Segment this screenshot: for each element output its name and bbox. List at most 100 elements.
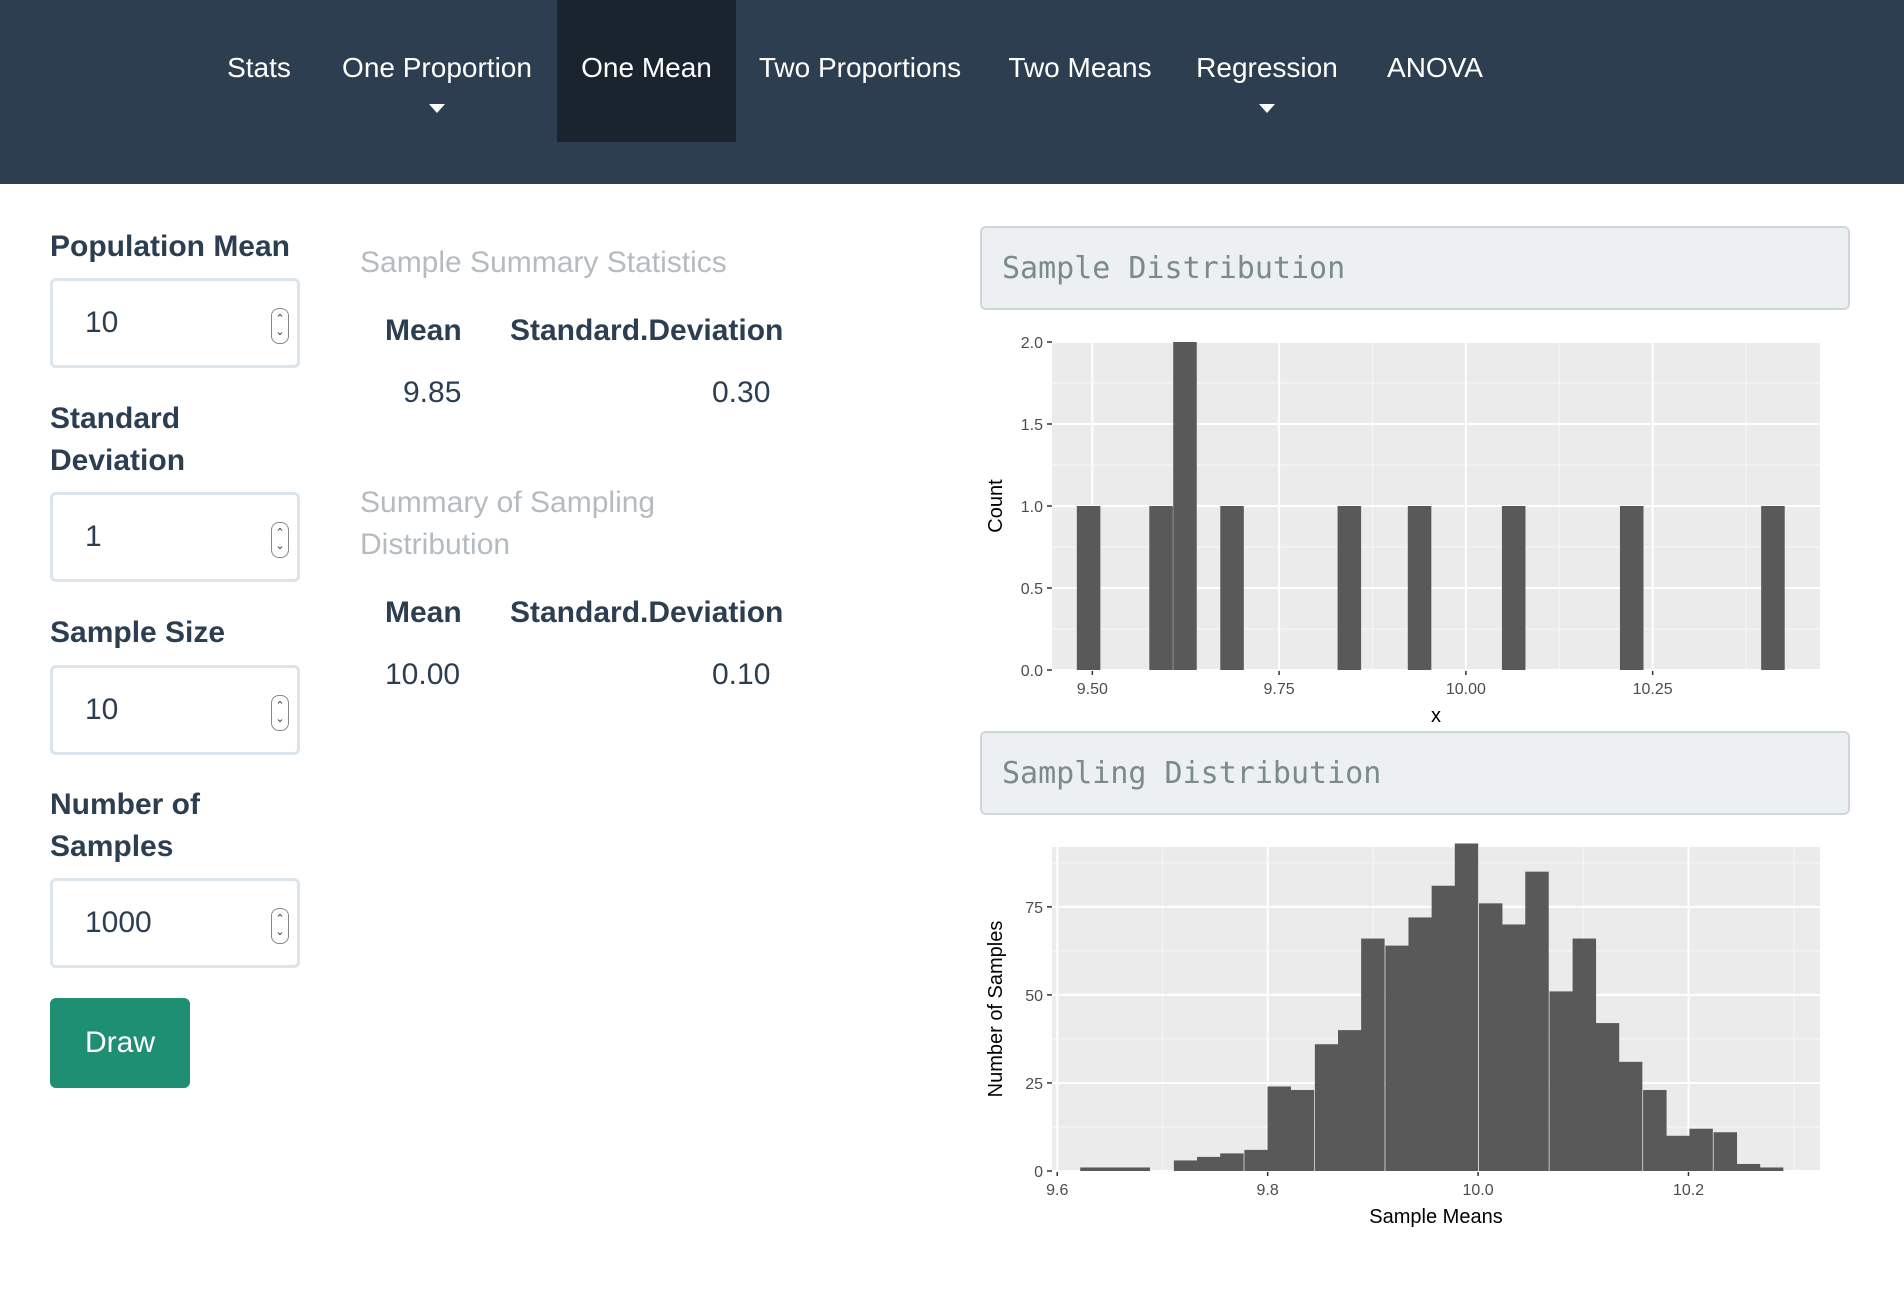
number-of-samples-label: Number of Samples	[50, 784, 200, 868]
spinner-icon[interactable]: ⌃ ⌄	[271, 695, 289, 731]
y-tick-label: 75	[1025, 900, 1043, 917]
sample-size-value: 10	[85, 693, 119, 726]
nav-regression[interactable]: Regression	[1182, 0, 1352, 142]
y-tick-label: 0	[1034, 1164, 1043, 1181]
sampling-summary-header-sd: Standard.Deviation	[510, 596, 784, 629]
number-of-samples-label-line2: Samples	[50, 830, 174, 863]
dropdown-caret-icon	[429, 104, 445, 113]
spinner-icon[interactable]: ⌃ ⌄	[271, 308, 289, 344]
nav-one-proportion-label: One Proportion	[342, 52, 532, 83]
standard-deviation-input[interactable]: 1 ⌃ ⌄	[50, 492, 300, 582]
histogram-bar	[1126, 1167, 1150, 1171]
y-tick-label: 25	[1025, 1076, 1043, 1093]
sampling-distribution-header: Sampling Distribution	[980, 731, 1850, 815]
sampling-distribution-chart: 9.6 9.8 10.0 10.2 0 25 50 75 Sample Means Number …	[985, 843, 1820, 1228]
histogram-bar	[1338, 1030, 1362, 1171]
y-tick-label: 0.0	[1021, 663, 1043, 680]
nav-anova[interactable]: ANOVA	[1375, 0, 1495, 142]
histogram-bar	[1502, 924, 1526, 1171]
standard-deviation-label: Standard Deviation	[50, 398, 185, 482]
histogram-bar	[1549, 991, 1573, 1171]
histogram-bar	[1103, 1167, 1127, 1171]
sample-size-label: Sample Size	[50, 616, 226, 649]
histogram-bar	[1759, 1167, 1784, 1171]
histogram-bar	[1595, 1023, 1620, 1171]
histogram-bar	[1618, 1061, 1643, 1171]
histogram-bar	[1761, 506, 1785, 670]
histogram-bar	[1149, 506, 1173, 670]
dropdown-caret-icon	[1259, 104, 1275, 113]
x-tick-label: 9.50	[1077, 681, 1108, 698]
histogram-bar	[1689, 1128, 1713, 1171]
histogram-bar	[1572, 938, 1597, 1171]
histogram-bar	[1290, 1090, 1315, 1171]
x-tick-label: 9.75	[1264, 681, 1295, 698]
sample-distribution-header: Sample Distribution	[980, 226, 1850, 310]
sample-summary-header-mean: Mean	[385, 314, 462, 347]
top-navbar: Stats One Proportion One Mean Two Propor…	[0, 0, 1904, 184]
histogram-bar	[1408, 917, 1432, 1171]
histogram-bar	[1244, 1149, 1268, 1171]
number-of-samples-value: 1000	[85, 906, 152, 939]
sample-summary-mean-value: 9.85	[403, 376, 462, 409]
y-tick-label: 1.0	[1021, 499, 1043, 516]
histogram-bar	[1736, 1163, 1761, 1171]
y-tick-label: 50	[1025, 988, 1043, 1005]
sample-summary-sd-value: 0.30	[712, 376, 771, 409]
nav-two-means[interactable]: Two Means	[990, 0, 1170, 142]
histogram-bar	[1076, 506, 1101, 670]
histogram-bar	[1501, 506, 1526, 670]
population-mean-value: 10	[85, 306, 119, 339]
y-axis-title: Count	[985, 479, 1007, 533]
nav-one-mean[interactable]: One Mean	[557, 0, 736, 142]
histogram-bar	[1173, 1160, 1198, 1171]
histogram-bar	[1431, 885, 1456, 1171]
standard-deviation-value: 1	[85, 520, 102, 553]
nav-one-mean-label: One Mean	[581, 52, 712, 83]
histogram-bar	[1267, 1086, 1291, 1171]
nav-two-proportions[interactable]: Two Proportions	[740, 0, 980, 142]
x-tick-label: 9.8	[1257, 1182, 1279, 1199]
sampling-summary-header-mean: Mean	[385, 596, 462, 629]
sample-summary-title: Sample Summary Statistics	[360, 246, 727, 279]
histogram-bar	[1337, 506, 1362, 670]
histogram-bar	[1385, 945, 1409, 1171]
draw-button[interactable]: Draw	[50, 998, 190, 1088]
sampling-summary-title-line2: Distribution	[360, 528, 511, 561]
number-of-samples-label-line1: Number of	[50, 788, 200, 821]
sample-size-input[interactable]: 10 ⌃ ⌄	[50, 665, 300, 755]
histogram-bar	[1314, 1044, 1339, 1171]
sampling-summary-sd-value: 0.10	[712, 658, 771, 691]
spinner-icon[interactable]: ⌃ ⌄	[271, 522, 289, 558]
x-tick-label: 10.00	[1446, 681, 1486, 698]
x-axis-title: Sample Means	[1369, 1206, 1502, 1228]
x-tick-label: 10.25	[1633, 681, 1673, 698]
population-mean-input[interactable]: 10 ⌃ ⌄	[50, 278, 300, 368]
sampling-summary-mean-value: 10.00	[385, 658, 461, 691]
nav-stats[interactable]: Stats	[206, 0, 312, 142]
y-tick-label: 2.0	[1021, 335, 1043, 352]
nav-one-proportion[interactable]: One Proportion	[318, 0, 556, 142]
nav-two-means-label: Two Means	[1008, 52, 1152, 83]
y-tick-label: 0.5	[1021, 581, 1043, 598]
histogram-bar	[1619, 506, 1644, 670]
histogram-bar	[1713, 1132, 1738, 1171]
nav-regression-label: Regression	[1196, 52, 1338, 83]
x-axis-title: x	[1431, 705, 1441, 727]
y-tick-label: 1.5	[1021, 417, 1043, 434]
histogram-bar	[1173, 342, 1197, 670]
histogram-bar	[1361, 938, 1385, 1171]
histogram-bar	[1643, 1090, 1667, 1171]
x-tick-label: 10.0	[1463, 1182, 1494, 1199]
number-of-samples-input[interactable]: 1000 ⌃ ⌄	[50, 878, 300, 968]
nav-stats-label: Stats	[227, 52, 291, 83]
histogram-bar	[1197, 1156, 1221, 1171]
nav-anova-label: ANOVA	[1387, 52, 1483, 83]
spinner-icon[interactable]: ⌃ ⌄	[271, 908, 289, 944]
standard-deviation-label-line2: Deviation	[50, 444, 186, 477]
x-tick-label: 9.6	[1046, 1182, 1068, 1199]
histogram-bar	[1478, 903, 1503, 1171]
population-mean-label: Population Mean	[50, 230, 290, 263]
histogram-bar	[1454, 843, 1479, 1171]
sampling-summary-title: Summary of Sampling Distribution	[360, 482, 655, 566]
